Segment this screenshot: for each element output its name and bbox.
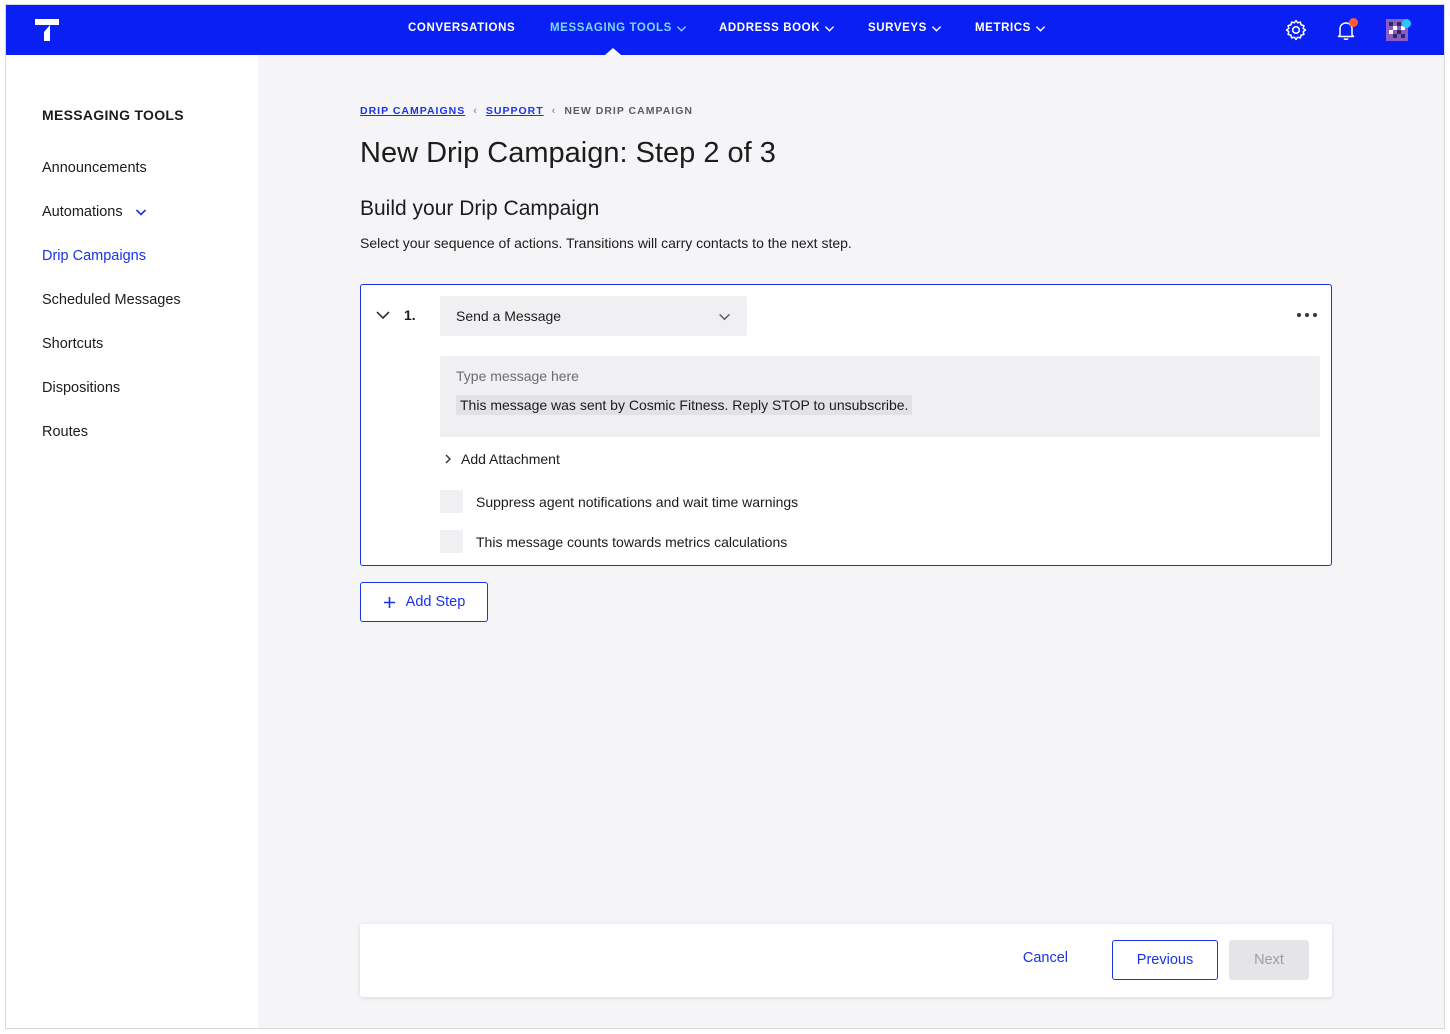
cancel-button[interactable]: Cancel [1023,950,1068,966]
nav-address-book-label: ADDRESS BOOK [719,22,821,34]
more-options-icon[interactable] [1297,307,1317,323]
top-navigation-bar: CONVERSATIONS MESSAGING TOOLS ADDRESS BO… [6,5,1444,55]
step-action-value: Send a Message [456,308,562,324]
section-title: Build your Drip Campaign [360,197,600,220]
sidebar: MESSAGING TOOLS Announcements Automation… [6,55,258,1028]
app-window: CONVERSATIONS MESSAGING TOOLS ADDRESS BO… [5,4,1445,1029]
nav-conversations-label: CONVERSATIONS [408,22,516,34]
sidebar-item-shortcuts[interactable]: Shortcuts [42,336,103,352]
active-nav-indicator [605,48,621,55]
step-action-select[interactable]: Send a Message [440,296,747,336]
nav-surveys-label: SURVEYS [868,22,927,34]
nav-conversations[interactable]: CONVERSATIONS [408,22,515,34]
message-text[interactable]: This message was sent by Cosmic Fitness.… [456,395,913,415]
sidebar-item-drip-campaigns[interactable]: Drip Campaigns [42,248,146,264]
dot [1305,313,1309,317]
sidebar-item-dispositions[interactable]: Dispositions [42,380,120,396]
sidebar-item-label: Announcements [42,160,147,176]
chevron-down-icon [676,25,687,32]
sidebar-item-label: Scheduled Messages [42,292,181,308]
notification-badge [1349,18,1358,27]
dot [1313,313,1317,317]
sidebar-item-label: Dispositions [42,380,121,396]
next-label: Next [1254,952,1284,968]
nav-metrics-label: METRICS [975,22,1031,34]
nav-address-book[interactable]: ADDRESS BOOK [719,22,835,34]
chevron-down-icon [719,313,730,320]
add-attachment-label: Add Attachment [461,451,560,467]
suppress-notifications-checkbox[interactable] [440,490,463,513]
previous-label: Previous [1136,952,1194,968]
add-step-button[interactable]: Add Step [360,582,488,622]
settings-icon[interactable] [1284,18,1308,42]
sidebar-item-routes[interactable]: Routes [42,424,88,440]
sidebar-item-announcements[interactable]: Announcements [42,160,147,176]
sidebar-item-label: Automations [42,204,123,220]
add-step-label: Add Step [405,594,466,610]
nav-messaging-tools-label: MESSAGING TOOLS [550,22,672,34]
breadcrumb-support-link[interactable]: SUPPORT [486,105,544,117]
sidebar-title: MESSAGING TOOLS [42,107,184,123]
next-button[interactable]: Next [1229,940,1309,980]
counts-metrics-label: This message counts towards metrics calc… [476,533,788,550]
plus-icon [383,596,395,608]
user-avatar[interactable] [1385,17,1413,45]
chevron-down-icon [931,25,942,32]
suppress-notifications-option[interactable]: Suppress agent notifications and wait ti… [440,490,798,513]
message-placeholder: Type message here [456,368,579,384]
chevron-left-icon: ‹ [551,105,557,117]
sidebar-item-scheduled-messages[interactable]: Scheduled Messages [42,292,181,308]
breadcrumb-drip-campaigns-link[interactable]: DRIP CAMPAIGNS [360,105,465,117]
app-logo-icon[interactable] [34,17,60,43]
nav-surveys[interactable]: SURVEYS [868,22,942,34]
sidebar-item-label: Routes [42,424,88,440]
step-card: 1. Send a Message Type message here This… [360,284,1332,566]
counts-metrics-checkbox[interactable] [440,530,463,553]
chevron-right-icon [445,454,451,464]
counts-metrics-option[interactable]: This message counts towards metrics calc… [440,530,787,553]
footer-action-bar: Cancel Previous Next [360,924,1332,997]
chevron-down-icon [825,25,835,32]
chevron-down-icon [1035,25,1046,32]
breadcrumb: DRIP CAMPAIGNS ‹ SUPPORT ‹ NEW DRIP CAMP… [360,105,693,117]
section-description: Select your sequence of actions. Transit… [360,235,852,251]
page-title: New Drip Campaign: Step 2 of 3 [360,137,776,169]
dot [1297,313,1301,317]
sidebar-item-label: Shortcuts [42,336,104,352]
chevron-down-icon[interactable] [375,307,391,323]
chevron-left-icon: ‹ [473,105,478,117]
breadcrumb-current: NEW DRIP CAMPAIGN [564,105,693,117]
nav-metrics[interactable]: METRICS [975,22,1046,34]
notifications-button[interactable] [1334,18,1360,44]
nav-messaging-tools[interactable]: MESSAGING TOOLS [550,22,687,34]
suppress-notifications-label: Suppress agent notifications and wait ti… [476,493,799,510]
sidebar-item-automations[interactable]: Automations [42,204,147,220]
previous-button[interactable]: Previous [1112,940,1218,980]
chevron-down-icon [135,209,146,216]
presence-badge [1402,19,1411,28]
sidebar-item-label: Drip Campaigns [42,248,146,264]
message-textarea[interactable]: Type message here This message was sent … [440,356,1320,437]
add-attachment-toggle[interactable]: Add Attachment [443,451,560,467]
step-number: 1. [404,307,416,323]
